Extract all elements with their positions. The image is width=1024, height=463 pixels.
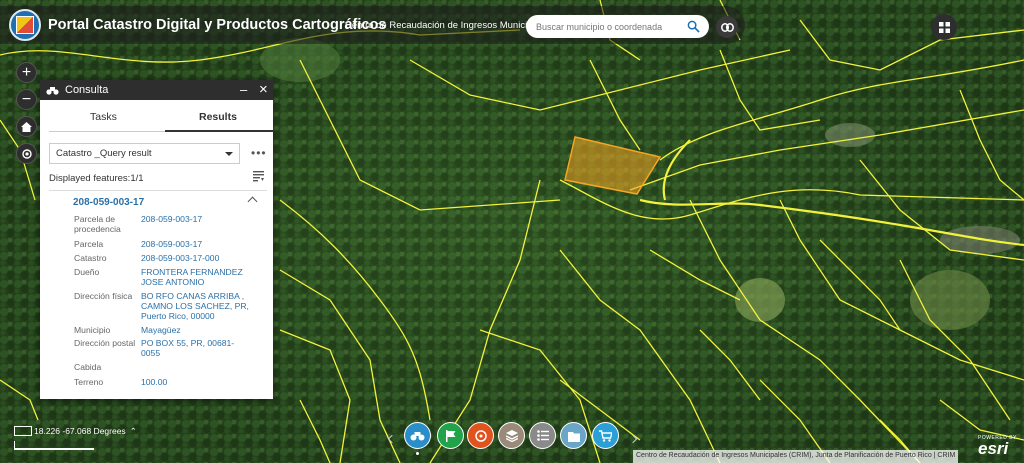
locate-button[interactable]: [16, 143, 37, 164]
attr-key: Cabida: [74, 362, 102, 372]
share-link-button[interactable]: [716, 16, 738, 38]
app-subtitle: Centro de Recaudación de Ingresos Munici…: [345, 20, 550, 31]
chevron-up-icon[interactable]: ⌃: [130, 426, 137, 437]
attr-value: 208-059-003-17: [141, 214, 203, 224]
print-icon: [567, 431, 580, 442]
panel-header: Consulta – ×: [40, 80, 273, 100]
dock-measure-button[interactable]: [467, 422, 494, 449]
measure-icon: [474, 429, 487, 442]
esri-logo[interactable]: POWERED BY esri: [978, 435, 1017, 457]
attr-key: Parcela: [74, 239, 104, 249]
binoculars-icon: [46, 86, 59, 95]
cart-icon: [599, 429, 612, 442]
dock-cart-button[interactable]: [592, 422, 619, 449]
attr-key: Dueño: [74, 267, 100, 277]
zoom-out-button[interactable]: −: [16, 89, 37, 110]
attr-key: Catastro: [74, 253, 107, 263]
layer-select[interactable]: Catastro _Query result: [49, 143, 240, 164]
attr-value: 208-059-003-17-000: [141, 253, 220, 263]
esri-wordmark: esri: [978, 439, 1009, 458]
plus-icon: +: [21, 63, 32, 81]
layer-select-value: Catastro _Query result: [56, 148, 152, 159]
attr-key: Dirección física: [74, 291, 133, 301]
dock-next-icon[interactable]: [628, 434, 638, 444]
legend-icon: [536, 430, 549, 441]
tab-results[interactable]: Results: [199, 111, 237, 123]
zoom-in-button[interactable]: +: [16, 62, 37, 83]
displayed-features: Displayed features:1/1: [49, 173, 144, 184]
query-panel: Consulta – × Tasks Results Catastro _Que…: [40, 80, 273, 399]
search-box[interactable]: [526, 15, 709, 38]
app-launcher-button[interactable]: [931, 14, 957, 40]
dock-query-button[interactable]: [404, 422, 431, 449]
results-list[interactable]: 208-059-003-17 Parcela de procedencia 208…: [49, 190, 267, 395]
attr-value: 208-059-003-17: [141, 239, 203, 249]
panel-title: Consulta: [65, 84, 109, 96]
more-options-button[interactable]: •••: [251, 146, 267, 160]
collapse-icon[interactable]: [247, 196, 258, 207]
grid-icon: [938, 21, 950, 33]
dock-layers-button[interactable]: [498, 422, 525, 449]
result-title[interactable]: 208-059-003-17: [73, 197, 144, 208]
attr-key: Parcela de procedencia: [74, 214, 121, 234]
coordinate-text: 18.226 -67.068 Degrees: [34, 426, 126, 436]
minus-icon: −: [21, 90, 32, 108]
home-button[interactable]: [16, 116, 37, 137]
attr-value: Mayagüez: [141, 325, 181, 335]
app-logo[interactable]: [9, 9, 41, 41]
home-icon: [21, 121, 32, 132]
attr-value: 100.00: [141, 377, 168, 387]
link-icon: [720, 22, 734, 32]
attr-key: Dirección postal: [74, 338, 136, 348]
coordinate-readout[interactable]: 18.226 -67.068 Degrees ⌃: [14, 425, 137, 437]
chevron-down-icon: [225, 152, 233, 156]
flag-icon: [446, 429, 456, 442]
tab-tasks[interactable]: Tasks: [90, 111, 117, 123]
app-title: Portal Catastro Digital y Productos Cart…: [48, 17, 387, 33]
map-attribution: Centro de Recaudación de Ingresos Munici…: [633, 450, 959, 463]
binoculars-icon: [410, 431, 425, 440]
list-options-icon[interactable]: [253, 171, 264, 182]
attr-value: PO BOX 55, PR, 00681-0055: [141, 338, 235, 358]
layers-icon: [505, 429, 518, 442]
search-input[interactable]: [526, 21, 676, 32]
dock-prev-icon[interactable]: [387, 434, 397, 444]
active-tab-indicator: [165, 130, 273, 132]
dock-legend-button[interactable]: [529, 422, 556, 449]
dock-bookmark-button[interactable]: [437, 422, 464, 449]
close-button[interactable]: ×: [259, 81, 268, 98]
widget-dock: [385, 420, 647, 456]
dock-print-button[interactable]: [560, 422, 587, 449]
minimize-button[interactable]: –: [240, 82, 247, 97]
attr-key: Municipio: [74, 325, 111, 335]
scale-bar: [14, 441, 94, 450]
search-icon[interactable]: [687, 20, 700, 33]
attr-value: BO RFO CANAS ARRIBA , CAMNO LOS SACHEZ, …: [141, 291, 249, 321]
coordinate-toggle-icon[interactable]: [14, 426, 32, 436]
attr-key: Terreno: [74, 377, 104, 387]
attr-value: FRONTERA FERNANDEZ JOSE ANTONIO: [141, 267, 243, 287]
locate-icon: [21, 148, 32, 159]
panel-tabs: Tasks Results: [49, 100, 273, 132]
active-widget-indicator: [416, 452, 419, 455]
